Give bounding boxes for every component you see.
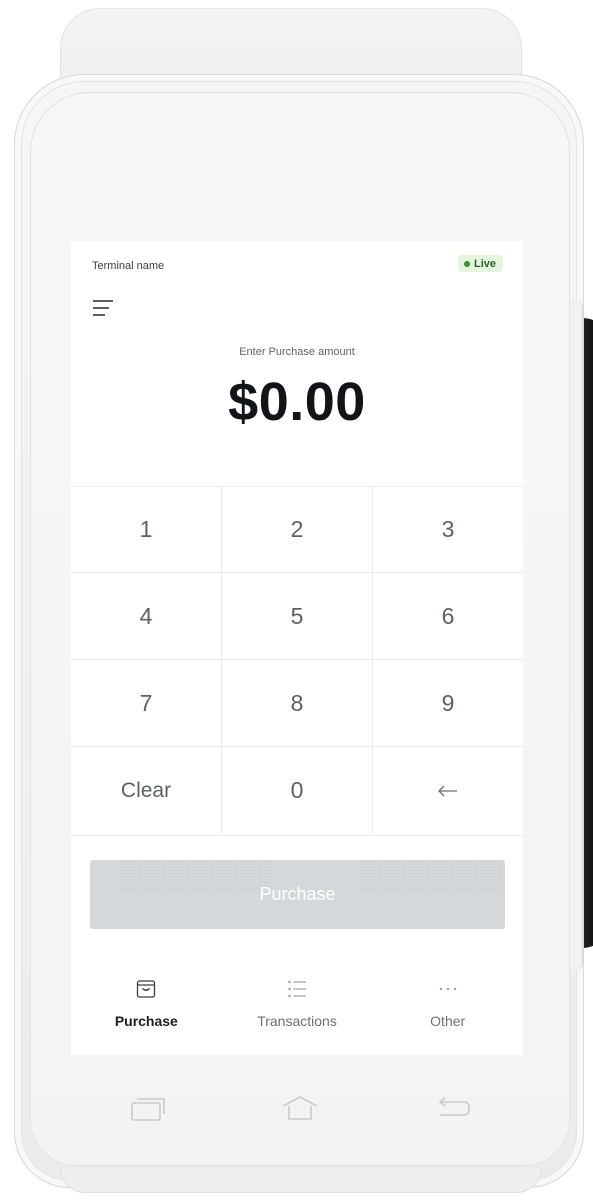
device-side-edge — [568, 300, 583, 970]
keypad: 1 2 3 4 5 6 7 8 9 Clear 0 — [71, 486, 523, 836]
terminal-screen: Terminal name Live Enter Purchase amount… — [71, 241, 523, 1055]
key-9[interactable]: 9 — [373, 660, 523, 747]
key-1[interactable]: 1 — [71, 487, 222, 573]
arrow-left-icon — [438, 785, 457, 796]
home-icon[interactable] — [280, 1094, 320, 1124]
amount-value: $0.00 — [228, 372, 366, 432]
status-badge: Live — [457, 255, 503, 272]
nav-item-other[interactable]: Other — [372, 969, 523, 1041]
nav-item-transactions[interactable]: Transactions — [222, 969, 373, 1041]
nav-label-transactions: Transactions — [257, 1013, 337, 1029]
key-3[interactable]: 3 — [373, 487, 523, 573]
back-icon[interactable] — [432, 1094, 472, 1124]
key-4[interactable]: 4 — [71, 573, 222, 660]
key-2[interactable]: 2 — [222, 487, 373, 573]
more-icon — [439, 987, 456, 991]
bottom-nav: Purchase Transactions Other — [71, 969, 523, 1041]
key-5[interactable]: 5 — [222, 573, 373, 660]
key-clear[interactable]: Clear — [71, 747, 222, 834]
key-7[interactable]: 7 — [71, 660, 222, 747]
key-backspace[interactable] — [373, 747, 523, 834]
menu-icon[interactable] — [93, 297, 115, 319]
device-stage: Terminal name Live Enter Purchase amount… — [0, 0, 593, 1200]
purchase-button-label: Purchase — [259, 884, 336, 904]
key-6[interactable]: 6 — [373, 573, 523, 660]
live-dot-icon — [463, 260, 470, 267]
nav-label-other: Other — [430, 1013, 466, 1029]
device-bottom-lip — [60, 1168, 542, 1193]
nav-label-purchase: Purchase — [114, 1013, 178, 1029]
nav-item-purchase[interactable]: Purchase — [71, 969, 222, 1041]
key-8[interactable]: 8 — [222, 660, 373, 747]
amount-label: Enter Purchase amount — [239, 346, 355, 358]
bag-icon — [137, 980, 156, 998]
recent-apps-icon[interactable] — [128, 1094, 168, 1124]
terminal-name: Terminal name — [92, 260, 165, 272]
status-badge-label: Live — [473, 257, 496, 270]
purchase-button[interactable]: Purchase — [90, 860, 505, 929]
key-0[interactable]: 0 — [222, 747, 373, 834]
list-icon — [288, 980, 306, 998]
